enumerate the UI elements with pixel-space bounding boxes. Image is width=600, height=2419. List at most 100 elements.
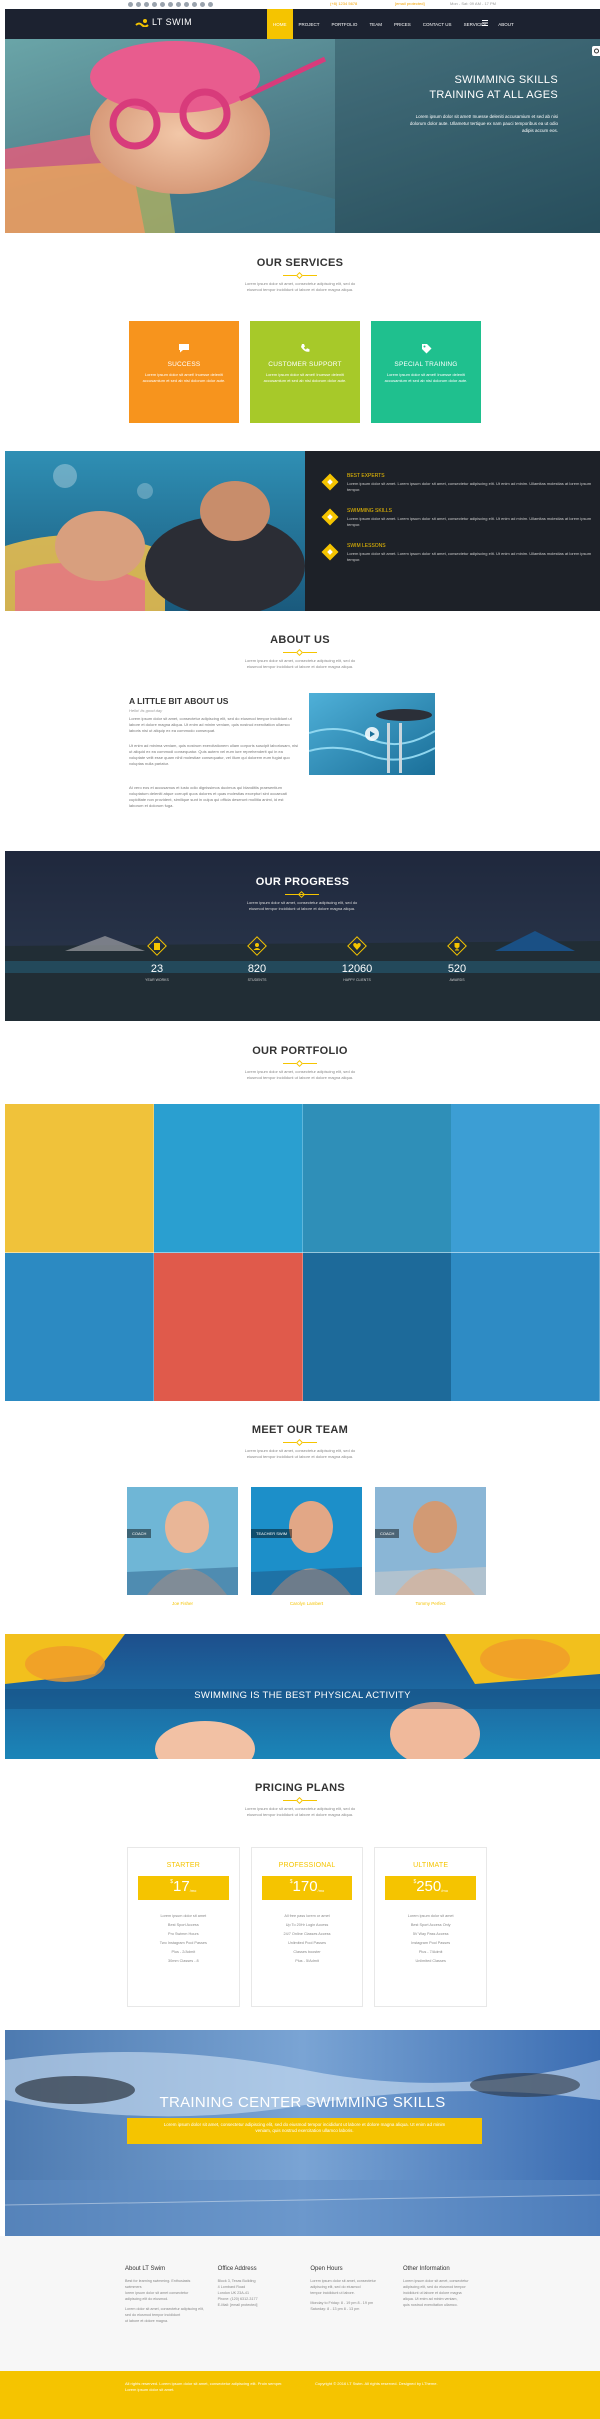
team-member[interactable]: COACH Tommy Perfect bbox=[375, 1487, 486, 1617]
feature-body: SWIMMING SKILLS Lorem ipsum dolor sit ame… bbox=[347, 508, 596, 528]
instagram-icon[interactable] bbox=[184, 2, 189, 7]
nav-item-contact-us[interactable]: CONTACT US bbox=[417, 9, 458, 39]
plan-features: Lorem ipsum dolor sit amet Best Sport Acc… bbox=[128, 1912, 239, 1966]
about-p3: At vero eos et accusamus et iusto odio d… bbox=[129, 785, 287, 808]
nav-item-prices[interactable]: PRICES bbox=[388, 9, 417, 39]
portfolio-divider bbox=[283, 1059, 317, 1068]
dribbble-icon[interactable] bbox=[176, 2, 181, 7]
rss-icon[interactable] bbox=[192, 2, 197, 7]
nav-item-home[interactable]: HOME bbox=[267, 9, 293, 39]
facebook-icon[interactable] bbox=[128, 2, 133, 7]
portfolio-item[interactable] bbox=[153, 1252, 303, 1401]
book-icon bbox=[147, 936, 167, 956]
plan-feature: Lorem ipsum dolor sit amet bbox=[407, 1914, 454, 1918]
portfolio-item[interactable] bbox=[5, 1104, 154, 1253]
portfolio-item[interactable] bbox=[451, 1104, 600, 1253]
team-name[interactable]: Joe Fisher bbox=[127, 1601, 238, 1606]
team-photo-image bbox=[251, 1487, 362, 1595]
plan-feature: 5V Way Pass Access bbox=[412, 1932, 449, 1936]
pricing-subtitle: Lorem ipsum dolor sit amet, consectetur … bbox=[244, 1806, 356, 1817]
portfolio-item[interactable] bbox=[153, 1104, 303, 1253]
team-name[interactable]: Tommy Perfect bbox=[375, 1601, 486, 1606]
plan-feature: Plus - 5/Admit bbox=[295, 1959, 319, 1963]
footer-bottom-left: All rights reserved. Lorem ipsum dolor s… bbox=[125, 2381, 283, 2392]
flickr-icon[interactable] bbox=[200, 2, 205, 7]
footer-line: quis nostrud exercitation ullamco. bbox=[402, 2303, 458, 2307]
plan-feature: Classes booster bbox=[293, 1950, 321, 1954]
service-card[interactable]: SUCCESS Lorem ipsum dolor sit amet! Inues… bbox=[129, 321, 239, 423]
footer-col-title: Open Hours bbox=[310, 2266, 343, 2272]
plan-features: All free pass lorem or amet Up To 20Hr Lo… bbox=[252, 1912, 363, 1966]
feature-text: Lorem ipsum dolor sit amet. Lorem ipsum … bbox=[347, 516, 592, 527]
service-card[interactable]: SPECIAL TRAINING Lorem ipsum dolor sit am… bbox=[371, 321, 481, 423]
portfolio-image bbox=[302, 1252, 452, 1401]
about-divider bbox=[283, 648, 317, 657]
service-card-title: CUSTOMER SUPPORT bbox=[268, 361, 342, 368]
youtube-icon[interactable] bbox=[168, 2, 173, 7]
plan-name: ULTIMATE bbox=[413, 1862, 449, 1869]
diamond-icon bbox=[321, 543, 339, 561]
plan-period: /mo bbox=[317, 1888, 325, 1893]
footer-line: E-Mail: [email protected] bbox=[217, 2303, 258, 2307]
nav-item-label: ABOUT bbox=[498, 21, 514, 27]
portfolio-item[interactable] bbox=[302, 1104, 452, 1253]
service-card-text: Lorem ipsum dolor sit amet! Inuesse dele… bbox=[142, 372, 226, 383]
plan-feature: 30mm Classes - 8 bbox=[168, 1959, 199, 1963]
footer-cols: About LT Swim Best for learning swimming.… bbox=[125, 2266, 485, 2324]
services-divider bbox=[283, 271, 317, 280]
feature-body: SWIM LESSONS Lorem ipsum dolor sit amet. … bbox=[347, 543, 596, 563]
team-member[interactable]: TEACHER SWIM Carolyn Lambert bbox=[251, 1487, 362, 1617]
about-title: ABOUT US bbox=[270, 634, 330, 646]
hero: SWIMMING SKILLS TRAINING AT ALL AGES Lor… bbox=[5, 39, 600, 233]
features-image bbox=[5, 451, 305, 611]
services-section: OUR SERVICES Lorem ipsum dolor sit amet,… bbox=[0, 233, 600, 451]
progress-title: OUR PROGRESS bbox=[255, 876, 350, 888]
stat-item: 520 AWARDS bbox=[427, 936, 487, 989]
services-title: OUR SERVICES bbox=[256, 257, 344, 269]
logo[interactable]: LT SWIM bbox=[135, 17, 192, 27]
stat-item: 23 YEAR WORKS bbox=[127, 936, 187, 989]
feature-text: Lorem ipsum dolor sit amet. Lorem ipsum … bbox=[347, 551, 592, 562]
linkedin-icon[interactable] bbox=[160, 2, 165, 7]
hero-image bbox=[5, 39, 600, 233]
nav-item-team[interactable]: TEAM bbox=[363, 9, 388, 39]
footer-bottom-right: Copyright © 2016 LT Swim. All rights res… bbox=[315, 2381, 438, 2386]
portfolio-item[interactable] bbox=[302, 1252, 452, 1401]
topbar-email[interactable]: [email protected] bbox=[395, 1, 425, 7]
twitter-icon[interactable] bbox=[136, 2, 141, 7]
portfolio-item[interactable] bbox=[5, 1252, 154, 1401]
team-role-badge: COACH bbox=[127, 1529, 152, 1538]
nav-item-label: TEAM bbox=[369, 21, 382, 27]
portfolio-image bbox=[153, 1104, 303, 1253]
about-tagline: Hello! Its good day bbox=[129, 708, 163, 713]
service-card-text: Lorem ipsum dolor sit amet! Inuesse dele… bbox=[384, 372, 468, 383]
side-settings-icon[interactable] bbox=[592, 46, 600, 56]
service-card-title: SPECIAL TRAINING bbox=[394, 361, 458, 368]
nav-item-label: PROJECT bbox=[298, 21, 320, 27]
service-card[interactable]: CUSTOMER SUPPORT Lorem ipsum dolor sit am… bbox=[250, 321, 360, 423]
team-member[interactable]: COACH Joe Fisher bbox=[127, 1487, 238, 1617]
stat-value: 820 bbox=[247, 963, 267, 975]
plan-feature: Unlimited Classes bbox=[415, 1959, 446, 1963]
plan-feature: All free pass lorem or amet bbox=[284, 1914, 330, 1918]
hero-title-line1: SWIMMING SKILLS bbox=[454, 74, 558, 86]
menu-icon[interactable] bbox=[482, 20, 488, 26]
plan-amount: 17 bbox=[173, 1878, 190, 1895]
team-name[interactable]: Carolyn Lambert bbox=[251, 1601, 362, 1606]
plan-amount: 170 bbox=[292, 1878, 318, 1895]
google-plus-icon[interactable] bbox=[144, 2, 149, 7]
feature-title: SWIM LESSONS bbox=[347, 543, 386, 549]
stat-item: 12060 HAPPY CLIENTS bbox=[327, 936, 387, 989]
nav-item-portfolio[interactable]: PORTFOLIO bbox=[326, 9, 364, 39]
team-role-badge: COACH bbox=[375, 1529, 400, 1538]
heart-icon bbox=[347, 936, 367, 956]
portfolio-item[interactable] bbox=[451, 1252, 600, 1401]
nav-item-project[interactable]: PROJECT bbox=[293, 9, 326, 39]
nav-item-about[interactable]: ABOUT bbox=[492, 9, 520, 39]
features-list: BEST EXPERTS Lorem ipsum dolor sit amet. … bbox=[321, 473, 596, 578]
footer-line: Lorem dolor sit amet, consectetur adipis… bbox=[125, 2307, 204, 2317]
about-section: ABOUT US Lorem ipsum dolor sit amet, con… bbox=[0, 611, 600, 851]
pricing-divider bbox=[283, 1796, 317, 1805]
vimeo-icon[interactable] bbox=[208, 2, 213, 7]
pinterest-icon[interactable] bbox=[152, 2, 157, 7]
